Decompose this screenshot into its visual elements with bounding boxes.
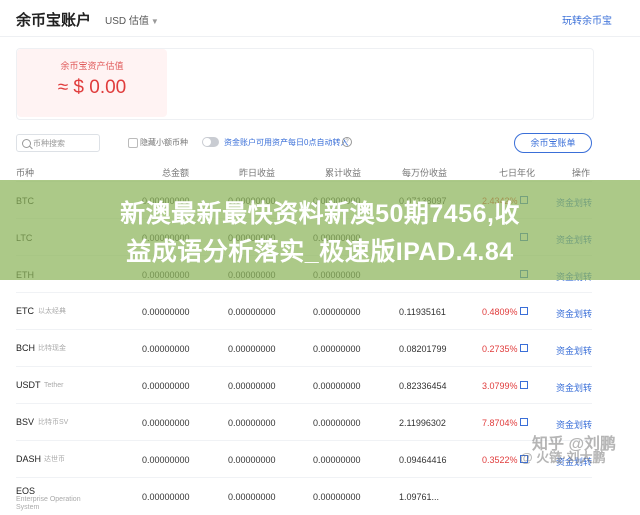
coin-name: BSV: [16, 417, 35, 427]
cumulative-earnings: 0.00000000: [313, 381, 361, 391]
yesterday-earnings: 0.00000000: [228, 492, 276, 502]
trend-chart-icon[interactable]: [520, 307, 528, 315]
coin-name: EOS: [16, 486, 36, 496]
table-header: 币种 总金额 昨日收益 累计收益 每万份收益 七日年化 操作: [16, 164, 592, 180]
yesterday-earnings: 0.00000000: [228, 381, 276, 391]
hide-small-checkbox[interactable]: [128, 138, 138, 148]
guide-link[interactable]: 玩转余币宝: [562, 12, 612, 27]
col-coin: 币种: [16, 168, 35, 178]
total-amount: 0.00000000: [142, 381, 190, 391]
search-icon: [22, 139, 31, 148]
currency-label: USD 估值: [105, 16, 149, 27]
auto-transfer-label: 资金账户可用资产每日0点自动转入: [224, 138, 349, 147]
coin-name: ETC: [16, 306, 34, 316]
seven-day-apy: 0.2735%: [482, 344, 518, 354]
ledger-button[interactable]: 余币宝账单: [514, 133, 592, 153]
coin-fullname: Tether: [44, 382, 64, 389]
yesterday-earnings: 0.00000000: [228, 344, 276, 354]
coin-fullname: 以太经典: [38, 308, 66, 315]
table-row: USDT Tether 0.00000000 0.00000000 0.00000000…: [16, 366, 592, 404]
coin-name: BCH: [16, 343, 36, 353]
col-yesterday: 昨日收益: [239, 168, 276, 178]
table-row: DASH 达世币 0.00000000 0.00000000 0.00000000 0.0…: [16, 440, 592, 478]
yesterday-earnings: 0.00000000: [228, 455, 276, 465]
total-amount: 0.00000000: [142, 492, 190, 502]
cumulative-earnings: 0.00000000: [313, 307, 361, 317]
total-amount: 0.00000000: [142, 455, 190, 465]
per-10k-earnings: 0.09464416: [399, 455, 447, 465]
trend-chart-icon[interactable]: [520, 418, 528, 426]
seven-day-apy: 0.4809%: [482, 307, 518, 317]
cumulative-earnings: 0.00000000: [313, 418, 361, 428]
seven-day-apy: 7.8704%: [482, 418, 518, 428]
table-row: BSV 比特币SV 0.00000000 0.00000000 0.00000000 2.…: [16, 403, 592, 441]
assets-card: 余币宝资产估值 ≈ $ 0.00: [16, 48, 594, 120]
assets-label: 余币宝资产估值: [60, 61, 124, 71]
trend-chart-icon[interactable]: [520, 344, 528, 352]
page-title: 余币宝账户: [16, 12, 92, 29]
total-amount: 0.00000000: [142, 344, 190, 354]
col-apy: 七日年化: [499, 168, 536, 178]
table-row: EOS Enterprise Operation System 0.00000000…: [16, 477, 592, 515]
auto-transfer-toggle[interactable]: [202, 137, 219, 147]
info-icon[interactable]: ?: [342, 137, 352, 147]
coin-name: USDT: [16, 380, 41, 390]
col-cumulative: 累计收益: [325, 168, 362, 178]
assets-summary: 余币宝资产估值 ≈ $ 0.00: [17, 49, 167, 117]
currency-selector[interactable]: USD 估值 ▼: [105, 12, 159, 27]
transfer-link[interactable]: 资金划转: [556, 381, 592, 394]
table-row: BCH 比特现金 0.00000000 0.00000000 0.00000000 0.0…: [16, 329, 592, 367]
col-total: 总金额: [162, 168, 190, 178]
page-header: 余币宝账户 USD 估值 ▼ 玩转余币宝: [0, 0, 640, 37]
overlay-banner: 新澳最新最快资料新澳50期7456,收 益成语分析落实_极速版IPAD.4.84: [0, 180, 640, 280]
total-amount: 0.00000000: [142, 418, 190, 428]
yesterday-earnings: 0.00000000: [228, 418, 276, 428]
banner-line-2: 益成语分析落实_极速版IPAD.4.84: [126, 238, 514, 266]
table-toolbar: 币种搜索 隐藏小额币种 资金账户可用资产每日0点自动转入 ? 余币宝账单: [16, 132, 592, 154]
hide-small-label: 隐藏小额币种: [140, 138, 188, 147]
transfer-link[interactable]: 资金划转: [556, 344, 592, 357]
banner-line-1: 新澳最新最快资料新澳50期7456,收: [120, 200, 520, 228]
toggle-knob: [203, 138, 211, 146]
search-input[interactable]: 币种搜索: [16, 134, 100, 152]
per-10k-earnings: 1.09761...: [399, 492, 440, 502]
coin-fullname: 比特币SV: [38, 419, 69, 426]
table-row: ETC 以太经典 0.00000000 0.00000000 0.00000000 0.1…: [16, 292, 592, 330]
total-amount: 0.00000000: [142, 307, 190, 317]
col-action: 操作: [572, 168, 591, 178]
trend-chart-icon[interactable]: [520, 381, 528, 389]
per-10k-earnings: 0.82336454: [399, 381, 447, 391]
coin-fullname: Enterprise Operation System: [16, 496, 81, 511]
assets-value: ≈ $ 0.00: [57, 77, 127, 98]
seven-day-apy: 3.0799%: [482, 381, 518, 391]
per-10k-earnings: 2.11996302: [399, 418, 446, 428]
coin-fullname: 达世币: [44, 456, 65, 463]
per-10k-earnings: 0.11935161: [399, 307, 446, 317]
seven-day-apy: 0.3522%: [482, 455, 518, 465]
coin-name: DASH: [16, 454, 42, 464]
yesterday-earnings: 0.00000000: [228, 307, 276, 317]
cumulative-earnings: 0.00000000: [313, 344, 361, 354]
chevron-down-icon: ▼: [150, 17, 159, 26]
transfer-link[interactable]: 资金划转: [556, 307, 592, 320]
search-placeholder: 币种搜索: [33, 139, 65, 148]
coin-fullname: 比特现金: [38, 345, 66, 352]
col-per10k: 每万份收益: [402, 168, 448, 178]
cumulative-earnings: 0.00000000: [313, 455, 361, 465]
per-10k-earnings: 0.08201799: [399, 344, 447, 354]
cumulative-earnings: 0.00000000: [313, 492, 361, 502]
watermark-2: @ 火链·刘大鹏: [520, 450, 606, 465]
